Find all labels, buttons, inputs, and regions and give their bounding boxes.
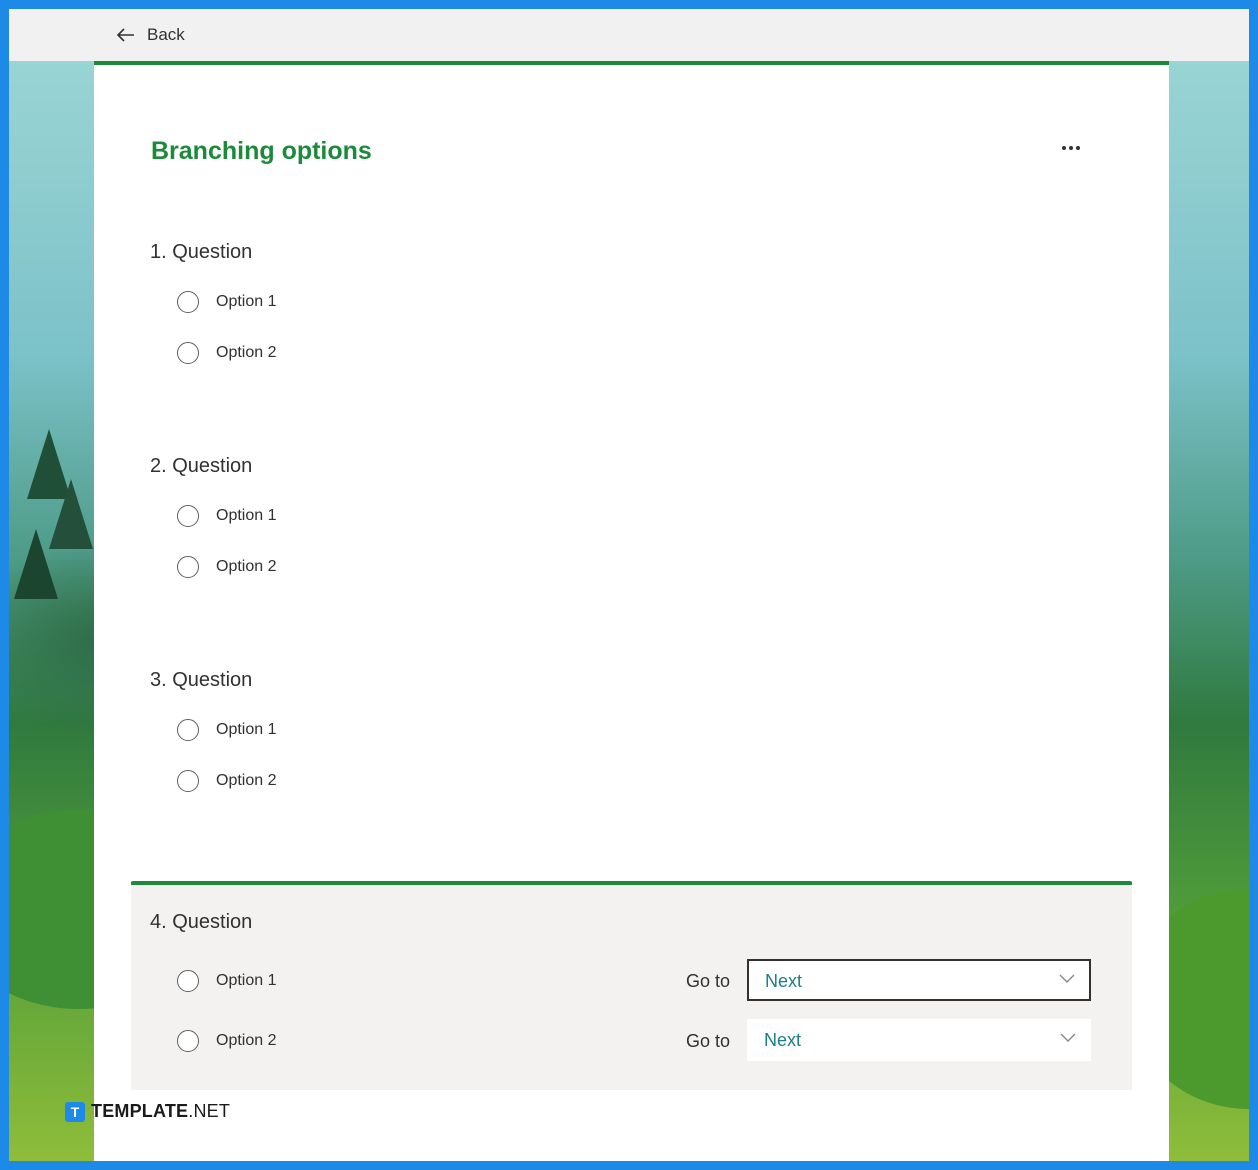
question-4-option-1[interactable]: Option 1 — [177, 970, 276, 992]
more-icon — [1069, 146, 1073, 150]
question-title: 4. Question — [150, 911, 253, 933]
goto-label: Go to — [686, 1031, 731, 1051]
option-label: Option 1 — [216, 972, 277, 989]
branching-question-panel: 4. Question Option 1 Go to Next Option 2… — [131, 881, 1132, 1090]
watermark-suffix: .NET — [188, 1101, 231, 1121]
goto-select-option-1[interactable]: Next — [747, 959, 1091, 1001]
more-options-button[interactable] — [1054, 137, 1088, 159]
more-icon — [1076, 146, 1080, 150]
radio-button[interactable] — [177, 1030, 199, 1052]
chevron-down-icon — [1060, 1033, 1076, 1042]
question-1-option-2[interactable]: Option 2 — [177, 342, 276, 364]
option-label: Option 2 — [216, 558, 277, 575]
more-icon — [1062, 146, 1066, 150]
radio-button[interactable] — [177, 770, 199, 792]
question-3: 3. Question Option 1 Option 2 — [150, 669, 1050, 792]
question-1: 1. Question Option 1 Option 2 — [150, 241, 1050, 364]
watermark-brand: TEMPLATE — [91, 1101, 189, 1121]
question-title: 2. Question — [150, 455, 253, 477]
radio-button[interactable] — [177, 556, 199, 578]
template-logo-icon: T — [65, 1101, 85, 1122]
back-button[interactable]: Back — [117, 21, 185, 49]
question-title: 3. Question — [150, 669, 253, 691]
back-label: Back — [147, 25, 185, 44]
question-2: 2. Question Option 1 Option 2 — [150, 455, 1050, 578]
form-title: Branching options — [151, 137, 372, 165]
option-label: Option 2 — [216, 344, 277, 361]
radio-button[interactable] — [177, 719, 199, 741]
goto-label: Go to — [686, 971, 731, 991]
question-3-option-2[interactable]: Option 2 — [177, 770, 276, 792]
app-viewport: Back Branching options 1. Question Optio… — [9, 9, 1249, 1161]
radio-button[interactable] — [177, 505, 199, 527]
form-card: Branching options 1. Question Option 1 O… — [94, 61, 1169, 1161]
question-3-option-1[interactable]: Option 1 — [177, 719, 276, 741]
top-bar: Back — [9, 9, 1249, 61]
watermark-text: TEMPLATE.NET — [91, 1101, 230, 1122]
goto-select-value: Next — [765, 971, 803, 991]
goto-select-option-2[interactable]: Next — [747, 1019, 1091, 1061]
option-label: Option 1 — [216, 293, 277, 310]
question-1-option-1[interactable]: Option 1 — [177, 291, 276, 313]
goto-select-value: Next — [764, 1030, 802, 1050]
radio-button[interactable] — [177, 342, 199, 364]
option-label: Option 1 — [216, 721, 277, 738]
background-tree — [14, 529, 58, 599]
option-label: Option 2 — [216, 1032, 277, 1049]
question-2-option-1[interactable]: Option 1 — [177, 505, 276, 527]
question-4-option-2[interactable]: Option 2 — [177, 1030, 276, 1052]
question-title: 1. Question — [150, 241, 253, 263]
arrow-left-icon — [117, 28, 134, 42]
option-label: Option 1 — [216, 507, 277, 524]
question-2-option-2[interactable]: Option 2 — [177, 556, 276, 578]
watermark: T TEMPLATE.NET — [65, 1101, 230, 1122]
chevron-down-icon — [1059, 974, 1075, 983]
option-label: Option 2 — [216, 772, 277, 789]
radio-button[interactable] — [177, 291, 199, 313]
radio-button[interactable] — [177, 970, 199, 992]
